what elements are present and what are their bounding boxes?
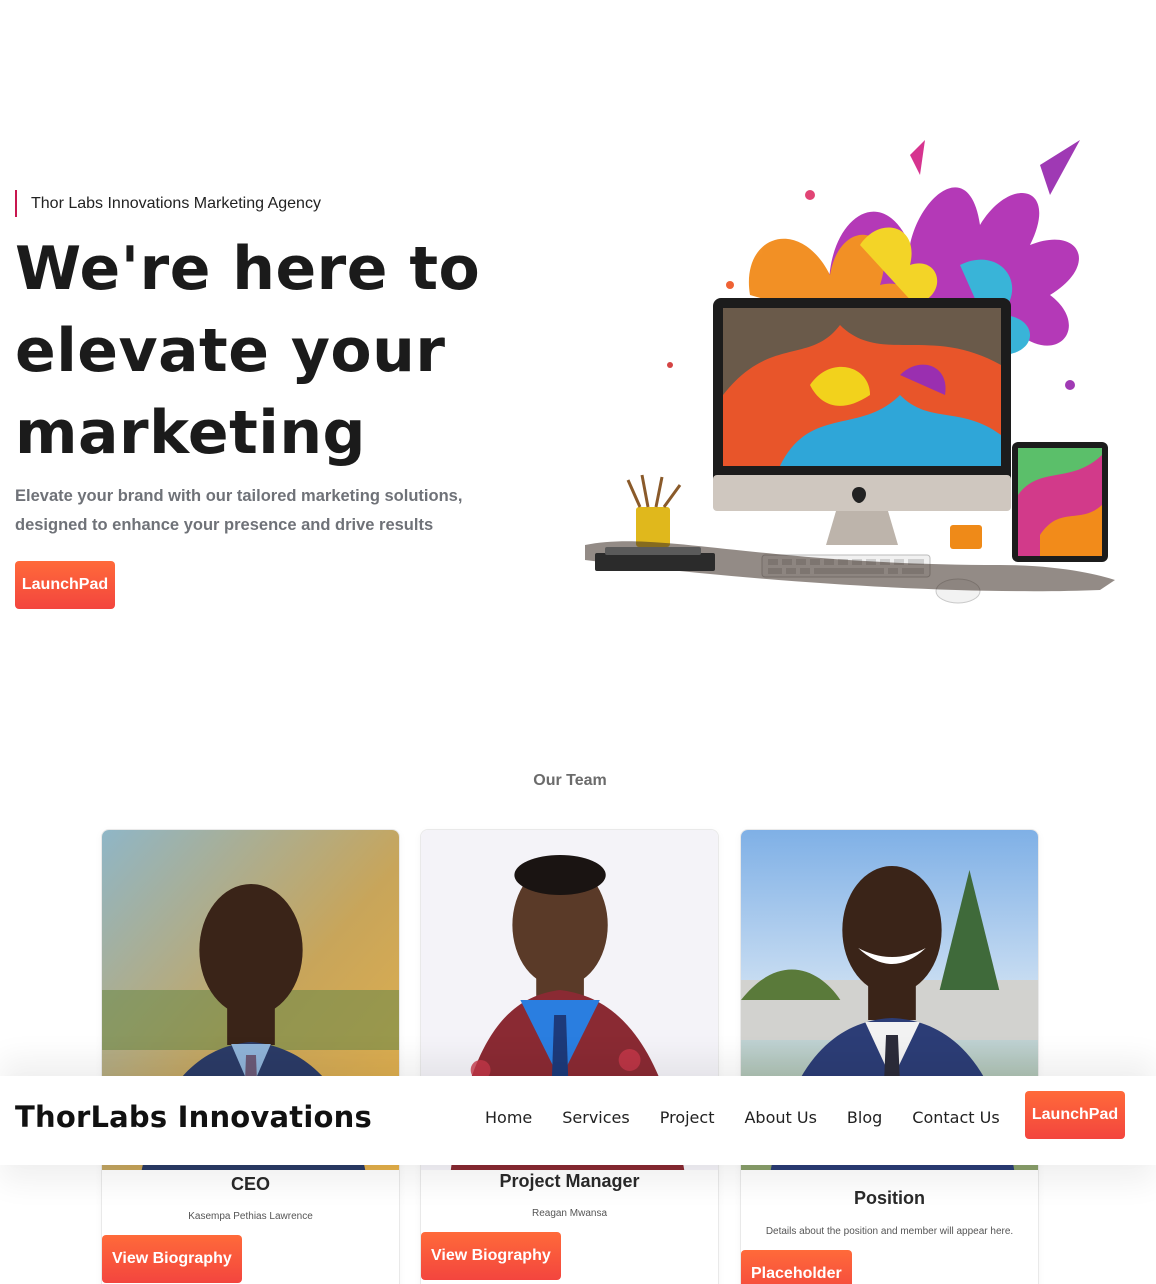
hero-subtext: Elevate your brand with our tailored mar… xyxy=(15,487,463,534)
nav-project[interactable]: Project xyxy=(660,1108,715,1127)
nav-about-us[interactable]: About Us xyxy=(744,1108,816,1127)
view-biography-button[interactable]: View Biography xyxy=(102,1235,242,1283)
nav-contact-us[interactable]: Contact Us xyxy=(912,1108,999,1127)
team-heading: Our Team xyxy=(533,772,607,789)
site-header: ThorLabs Innovations Home Services Proje… xyxy=(0,1076,1156,1165)
main-nav: Home Services Project About Us Blog Cont… xyxy=(485,1108,1000,1127)
hero-section: Thor Labs Innovations Marketing Agency W… xyxy=(0,0,1156,700)
team-member-role: CEO xyxy=(230,1174,270,1194)
team-card: Project Manager Reagan Mwansa View Biogr… xyxy=(420,829,719,1284)
hero-eyebrow: Thor Labs Innovations Marketing Agency xyxy=(15,190,321,217)
view-biography-button[interactable]: View Biography xyxy=(421,1232,561,1280)
hero-illustration xyxy=(585,140,1115,604)
nav-services[interactable]: Services xyxy=(562,1108,629,1127)
nav-blog[interactable]: Blog xyxy=(847,1108,882,1127)
team-card: Position Details about the position and … xyxy=(740,829,1039,1284)
header-launchpad-button[interactable]: LaunchPad xyxy=(1025,1091,1125,1139)
team-card: CEO Kasempa Pethias Lawrence View Biogra… xyxy=(101,829,400,1284)
team-member-details: Details about the position and member wi… xyxy=(765,1226,1014,1237)
team-member-name: Kasempa Pethias Lawrence xyxy=(188,1211,313,1222)
hero-launchpad-button[interactable]: LaunchPad xyxy=(15,561,115,609)
nav-home[interactable]: Home xyxy=(485,1108,532,1127)
hero-headline: We're here to elevate your marketing xyxy=(15,234,481,468)
placeholder-button[interactable]: Placeholder xyxy=(741,1250,852,1284)
brand-logo[interactable]: ThorLabs Innovations xyxy=(15,1100,372,1134)
team-member-role: Position xyxy=(854,1188,925,1208)
team-member-name: Reagan Mwansa xyxy=(531,1208,608,1219)
team-member-role: Project Manager xyxy=(499,1171,640,1191)
